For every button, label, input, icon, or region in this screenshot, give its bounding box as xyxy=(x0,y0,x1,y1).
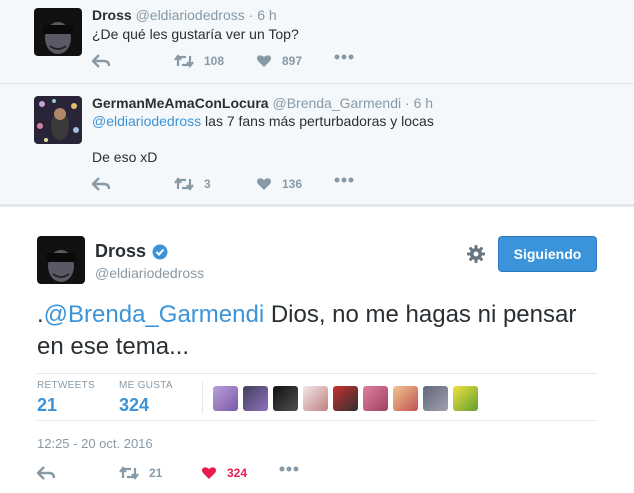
more-icon xyxy=(334,177,354,183)
liker-avatar[interactable] xyxy=(453,386,478,411)
like-button[interactable]: 136 xyxy=(256,177,302,191)
like-count: 897 xyxy=(282,54,303,68)
tweet-header: Dross @eldiariodedross · 6 h xyxy=(92,7,277,23)
likes-label: ME GUSTA xyxy=(119,380,173,391)
reply-icon xyxy=(92,54,110,68)
liker-avatar[interactable] xyxy=(333,386,358,411)
likes-stat[interactable]: ME GUSTA 324 xyxy=(119,380,173,416)
following-button[interactable]: Siguiendo xyxy=(498,236,597,272)
tweet-text-rest: las 7 fans más perturbadoras y locas xyxy=(201,113,434,129)
like-button[interactable]: 324 xyxy=(201,466,247,480)
heart-icon xyxy=(257,55,271,67)
reply-icon xyxy=(37,466,55,480)
likes-value: 324 xyxy=(119,395,150,415)
retweet-icon xyxy=(119,466,139,480)
retweets-label: RETWEETS xyxy=(37,380,95,391)
heart-icon xyxy=(202,467,216,479)
more-button[interactable] xyxy=(279,466,299,472)
gear-icon[interactable] xyxy=(466,244,486,264)
like-button[interactable]: 897 xyxy=(256,54,302,68)
tweet-text: .@Brenda_Garmendi Dios, no me hagas ni p… xyxy=(37,299,597,363)
retweet-button[interactable]: 21 xyxy=(119,466,162,480)
liker-avatar[interactable] xyxy=(423,386,448,411)
tweet-text-line2: De eso xD xyxy=(92,149,158,165)
retweet-icon xyxy=(174,177,194,191)
tweet-actions: 21 324 xyxy=(37,466,597,486)
liker-avatar[interactable] xyxy=(243,386,268,411)
user-handle[interactable]: @eldiariodedross xyxy=(136,7,245,23)
tweet-header: GermanMeAmaConLocura @Brenda_Garmendi · … xyxy=(92,95,433,111)
more-button[interactable] xyxy=(334,54,354,60)
heart-icon xyxy=(257,178,271,190)
separator-dot: · xyxy=(405,95,410,111)
retweet-button[interactable]: 3 xyxy=(174,177,211,191)
avatar[interactable] xyxy=(34,8,82,56)
reply-button[interactable] xyxy=(92,54,110,68)
timestamp[interactable]: 6 h xyxy=(414,95,433,111)
reply-button[interactable] xyxy=(92,177,110,191)
user-handle[interactable]: @eldiariodedross xyxy=(95,265,204,281)
tweet-text-prefix: . xyxy=(37,301,44,328)
retweet-icon xyxy=(174,54,194,68)
separator-dot: · xyxy=(248,7,254,23)
more-icon xyxy=(334,54,354,60)
retweet-button[interactable]: 108 xyxy=(174,54,224,68)
main-tweet: Dross @eldiariodedross Siguiendo .@Brend… xyxy=(0,207,634,493)
tweet-stats: RETWEETS 21 ME GUSTA 324 xyxy=(37,373,597,421)
display-name[interactable]: Dross xyxy=(92,7,132,23)
verified-icon xyxy=(152,244,168,259)
mention-link[interactable]: @Brenda_Garmendi xyxy=(44,301,264,328)
liker-avatar[interactable] xyxy=(363,386,388,411)
timestamp[interactable]: 6 h xyxy=(257,7,276,23)
retweet-count: 108 xyxy=(204,54,225,68)
liker-avatar[interactable] xyxy=(303,386,328,411)
tweet-text: @eldiariodedross las 7 fans más perturba… xyxy=(92,113,434,129)
more-icon xyxy=(279,466,299,472)
display-name[interactable]: GermanMeAmaConLocura xyxy=(92,95,269,111)
more-button[interactable] xyxy=(334,177,354,183)
mention-link[interactable]: @eldiariodedross xyxy=(92,113,201,129)
avatar[interactable] xyxy=(34,96,82,144)
liker-avatar[interactable] xyxy=(213,386,238,411)
display-name[interactable]: Dross xyxy=(95,241,168,262)
avatar[interactable] xyxy=(37,236,85,284)
tweet-date[interactable]: 12:25 - 20 oct. 2016 xyxy=(37,436,153,451)
like-count: 324 xyxy=(227,466,248,480)
reply-button[interactable] xyxy=(37,466,55,480)
like-count: 136 xyxy=(282,177,303,191)
liker-avatar[interactable] xyxy=(393,386,418,411)
retweets-stat[interactable]: RETWEETS 21 xyxy=(37,380,95,416)
tweet-text: ¿De qué les gustaría ver un Top? xyxy=(92,26,299,42)
stat-divider xyxy=(202,382,203,414)
user-handle[interactable]: @Brenda_Garmendi xyxy=(272,95,401,111)
retweets-value: 21 xyxy=(37,395,58,415)
retweet-count: 21 xyxy=(149,466,163,480)
reply-icon xyxy=(92,177,110,191)
retweet-count: 3 xyxy=(204,177,211,191)
liker-avatar[interactable] xyxy=(273,386,298,411)
likers-avatars xyxy=(213,386,478,411)
display-name-text[interactable]: Dross xyxy=(95,241,146,262)
